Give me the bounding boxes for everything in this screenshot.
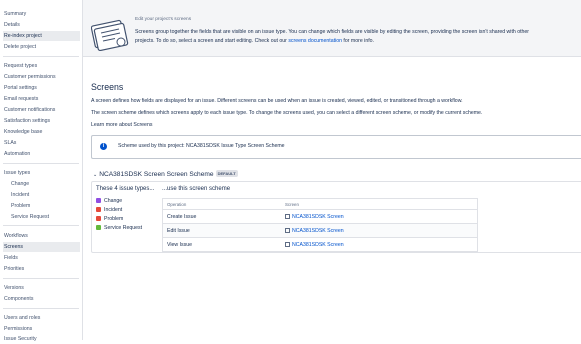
issue-type-service-request: Service Request — [96, 224, 142, 233]
issue-type-change: Change — [96, 197, 122, 206]
sidebar-divider — [3, 308, 79, 309]
sidebar-item-customer-notifications[interactable]: Customer notifications — [3, 105, 80, 115]
sidebar-item-reindex-project[interactable]: Re-index project — [3, 31, 80, 41]
operation-cell: Create Issue — [162, 209, 281, 224]
screen-column-header: Screen — [281, 198, 478, 210]
sidebar-item-versions[interactable]: Versions — [3, 283, 80, 293]
change-issue-type-icon — [96, 197, 101, 203]
screen-cell[interactable]: NCA381SDSK Screen — [281, 237, 478, 252]
sidebar-item-satisfaction-settings[interactable]: Satisfaction settings — [3, 116, 80, 126]
sidebar-item-email-requests[interactable]: Email requests — [3, 94, 80, 104]
screen-link[interactable]: NCA381SDSK Screen — [292, 242, 344, 248]
screen-scheme-panel: These 4 issue types... Change Incident P… — [91, 181, 581, 253]
scheme-used-text: Scheme used by this project: NCA381SDSK … — [118, 143, 285, 149]
screen-link[interactable]: NCA381SDSK Screen — [292, 214, 344, 220]
info-banner: Edit your project's screens Screens grou… — [83, 0, 581, 57]
screen-link[interactable]: NCA381SDSK Screen — [292, 228, 344, 234]
screens-documentation-link[interactable]: screens documentation — [288, 38, 342, 44]
issue-type-label: Incident — [104, 207, 123, 213]
sidebar-item-change[interactable]: Change — [10, 179, 80, 189]
main-content: Edit your project's screens Screens grou… — [83, 0, 581, 340]
issue-type-problem: Problem — [96, 215, 123, 224]
issue-type-label: Problem — [104, 216, 124, 222]
issue-type-incident: Incident — [96, 206, 122, 215]
table-row: Create Issue NCA381SDSK Screen — [162, 209, 478, 224]
sidebar-divider — [3, 56, 79, 57]
sidebar-item-priorities[interactable]: Priorities — [3, 264, 80, 274]
operations-table: Operation Screen Create Issue NCA381SDSK… — [162, 198, 478, 252]
project-settings-sidebar: Summary Details Re-index project Delete … — [0, 0, 83, 342]
screens-description: A screen defines how fields are displaye… — [91, 98, 463, 104]
sidebar-item-service-request[interactable]: Service Request — [10, 212, 80, 222]
sidebar-item-workflows[interactable]: Workflows — [3, 231, 80, 241]
sidebar-item-customer-permissions[interactable]: Customer permissions — [3, 72, 80, 82]
screen-icon — [285, 213, 290, 219]
banner-title: Edit your project's screens — [135, 17, 192, 22]
sidebar-item-details[interactable]: Details — [3, 20, 80, 30]
sidebar-divider — [3, 225, 79, 226]
sidebar-item-request-types[interactable]: Request types — [3, 61, 80, 71]
sidebar-divider — [3, 278, 79, 279]
operation-cell: Edit Issue — [162, 223, 281, 238]
table-header-row: Operation Screen — [162, 198, 478, 210]
incident-issue-type-icon — [96, 206, 101, 212]
service-request-issue-type-icon — [96, 224, 101, 230]
screen-scheme-heading[interactable]: ⌄ NCA381SDSK Screen Screen Scheme DEFAULT — [93, 170, 238, 178]
sidebar-item-fields[interactable]: Fields — [3, 253, 80, 263]
issue-type-label: Change — [104, 198, 123, 204]
sidebar-item-knowledge-base[interactable]: Knowledge base — [3, 127, 80, 137]
sidebar-item-issue-security[interactable]: Issue Security — [3, 334, 80, 344]
sidebar-item-components[interactable]: Components — [3, 294, 80, 304]
info-icon: i — [100, 143, 107, 150]
sidebar-item-issue-types[interactable]: Issue types — [3, 168, 80, 178]
screen-icon — [285, 227, 290, 233]
screens-illustration-icon — [91, 19, 129, 51]
screen-icon — [285, 241, 290, 247]
screen-scheme-name: NCA381SDSK Screen Screen Scheme — [99, 171, 214, 178]
screen-cell[interactable]: NCA381SDSK Screen — [281, 209, 478, 224]
sidebar-item-automation[interactable]: Automation — [3, 149, 80, 159]
table-row: Edit Issue NCA381SDSK Screen — [162, 223, 478, 238]
issue-types-heading: These 4 issue types... — [96, 186, 155, 192]
sidebar-item-problem[interactable]: Problem — [10, 201, 80, 211]
banner-body-text-after: for more info. — [343, 37, 374, 44]
sidebar-divider — [3, 163, 79, 164]
sidebar-item-slas[interactable]: SLAs — [3, 138, 80, 148]
chevron-down-icon[interactable]: ⌄ — [93, 172, 97, 178]
problem-issue-type-icon — [96, 215, 101, 221]
banner-text: Screens group together the fields that a… — [135, 28, 545, 45]
issue-type-label: Service Request — [104, 225, 143, 231]
learn-more-link[interactable]: Learn more about Screens — [91, 122, 152, 128]
sidebar-item-incident[interactable]: Incident — [10, 190, 80, 200]
sidebar-item-permissions[interactable]: Permissions — [3, 324, 80, 334]
operation-cell: View Issue — [162, 237, 281, 252]
sidebar-item-portal-settings[interactable]: Portal settings — [3, 83, 80, 93]
sidebar-item-users-and-roles[interactable]: Users and roles — [3, 313, 80, 323]
sidebar-item-summary[interactable]: Summary — [3, 9, 80, 19]
screen-cell[interactable]: NCA381SDSK Screen — [281, 223, 478, 238]
sidebar-item-delete-project[interactable]: Delete project — [3, 42, 80, 52]
scheme-used-message: i Scheme used by this project: NCA381SDS… — [91, 135, 581, 159]
sidebar-item-screens[interactable]: Screens — [3, 242, 80, 252]
page-title: Screens — [91, 82, 124, 92]
scheme-description: The screen scheme defines which screens … — [91, 110, 483, 116]
use-scheme-heading: ...use this screen scheme — [162, 186, 231, 192]
default-badge: DEFAULT — [215, 170, 238, 177]
operation-column-header: Operation — [162, 198, 281, 210]
table-row: View Issue NCA381SDSK Screen — [162, 237, 478, 252]
